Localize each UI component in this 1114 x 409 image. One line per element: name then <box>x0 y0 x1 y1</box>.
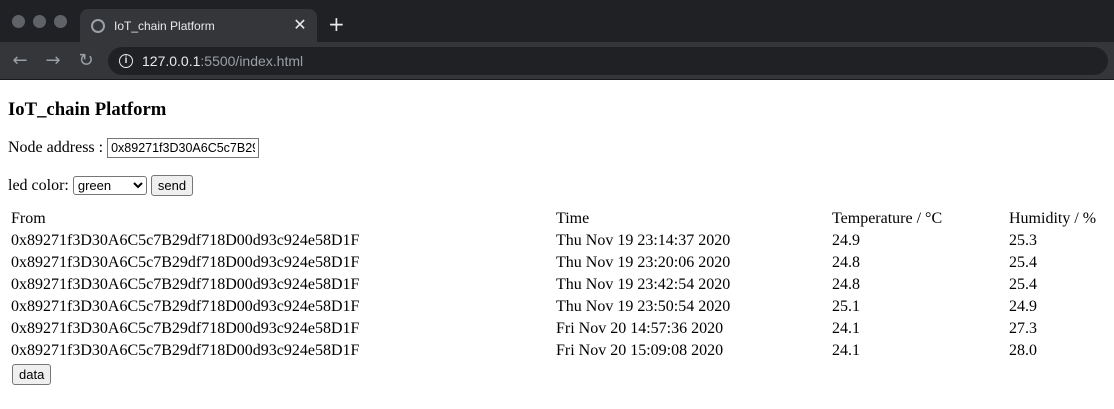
minimize-window-button[interactable] <box>33 15 46 28</box>
led-color-label: led color: <box>8 176 69 194</box>
globe-icon <box>91 18 105 33</box>
send-button[interactable]: send <box>150 175 194 196</box>
cell-temperature: 24.1 <box>832 320 860 337</box>
reload-icon[interactable]: ↻ <box>76 51 96 71</box>
header-time: Time <box>556 210 590 227</box>
cell-from: 0x89271f3D30A6C5c7B29df718D00d93c924e58D… <box>11 232 360 249</box>
table-row: 0x89271f3D30A6C5c7B29df718D00d93c924e58D… <box>10 231 1097 251</box>
close-window-button[interactable] <box>12 15 25 28</box>
header-temperature: Temperature / °C <box>832 210 943 227</box>
cell-time: Thu Nov 19 23:50:54 2020 <box>556 298 731 315</box>
table-row: 0x89271f3D30A6C5c7B29df718D00d93c924e58D… <box>10 297 1097 317</box>
data-table: From Time Temperature / °C Humidity / % … <box>8 207 1099 363</box>
table-row: 0x89271f3D30A6C5c7B29df718D00d93c924e58D… <box>10 341 1097 361</box>
page-title: IoT_chain Platform <box>8 99 167 120</box>
cell-from: 0x89271f3D30A6C5c7B29df718D00d93c924e58D… <box>11 276 360 293</box>
table-row: 0x89271f3D30A6C5c7B29df718D00d93c924e58D… <box>10 275 1097 295</box>
cell-temperature: 24.1 <box>832 342 860 359</box>
table-header-row: From Time Temperature / °C Humidity / % <box>10 209 1097 229</box>
cell-humidity: 25.3 <box>1009 232 1037 249</box>
close-icon[interactable]: ✕ <box>292 17 308 34</box>
back-arrow-icon[interactable]: ← <box>10 51 30 71</box>
cell-time: Thu Nov 19 23:20:06 2020 <box>556 254 731 271</box>
cell-humidity: 24.9 <box>1009 298 1037 315</box>
table-row: 0x89271f3D30A6C5c7B29df718D00d93c924e58D… <box>10 319 1097 339</box>
maximize-window-button[interactable] <box>54 15 67 28</box>
node-address-label: Node address : <box>8 139 104 156</box>
tab-title: IoT_chain Platform <box>114 18 215 33</box>
cell-temperature: 24.9 <box>832 232 860 249</box>
led-color-row: led color: green send <box>8 175 1106 196</box>
cell-from: 0x89271f3D30A6C5c7B29df718D00d93c924e58D… <box>11 320 360 337</box>
cell-from: 0x89271f3D30A6C5c7B29df718D00d93c924e58D… <box>11 342 360 359</box>
header-humidity: Humidity / % <box>1009 210 1097 227</box>
node-address-input[interactable] <box>107 138 260 158</box>
table-row: 0x89271f3D30A6C5c7B29df718D00d93c924e58D… <box>10 253 1097 273</box>
cell-humidity: 25.4 <box>1009 254 1037 271</box>
browser-toolbar: ← → ↻ i 127.0.0.1:5500/index.html <box>0 42 1114 80</box>
page-content: IoT_chain Platform Node address : led co… <box>0 99 1114 385</box>
cell-time: Fri Nov 20 14:57:36 2020 <box>556 320 724 337</box>
address-bar[interactable]: i 127.0.0.1:5500/index.html <box>108 47 1108 75</box>
cell-time: Thu Nov 19 23:14:37 2020 <box>556 232 731 249</box>
url-host: 127.0.0.1 <box>142 53 201 69</box>
cell-humidity: 28.0 <box>1009 342 1037 359</box>
header-from: From <box>11 210 46 227</box>
cell-temperature: 25.1 <box>832 298 860 315</box>
browser-tab-bar: IoT_chain Platform ✕ + <box>0 0 1114 42</box>
cell-humidity: 25.4 <box>1009 276 1037 293</box>
cell-temperature: 24.8 <box>832 276 860 293</box>
forward-arrow-icon[interactable]: → <box>43 51 63 71</box>
node-address-row: Node address : <box>8 138 1106 158</box>
new-tab-button[interactable]: + <box>328 14 345 34</box>
window-controls <box>12 15 67 28</box>
browser-tab[interactable]: IoT_chain Platform ✕ <box>80 9 317 42</box>
info-icon[interactable]: i <box>119 54 133 68</box>
cell-time: Thu Nov 19 23:42:54 2020 <box>556 276 731 293</box>
cell-time: Fri Nov 20 15:09:08 2020 <box>556 342 724 359</box>
cell-from: 0x89271f3D30A6C5c7B29df718D00d93c924e58D… <box>11 254 360 271</box>
cell-humidity: 27.3 <box>1009 320 1037 337</box>
url-path: :5500/index.html <box>200 53 304 69</box>
cell-temperature: 24.8 <box>832 254 860 271</box>
data-button[interactable]: data <box>12 364 52 385</box>
led-color-select[interactable]: green <box>72 176 147 195</box>
cell-from: 0x89271f3D30A6C5c7B29df718D00d93c924e58D… <box>11 298 360 315</box>
